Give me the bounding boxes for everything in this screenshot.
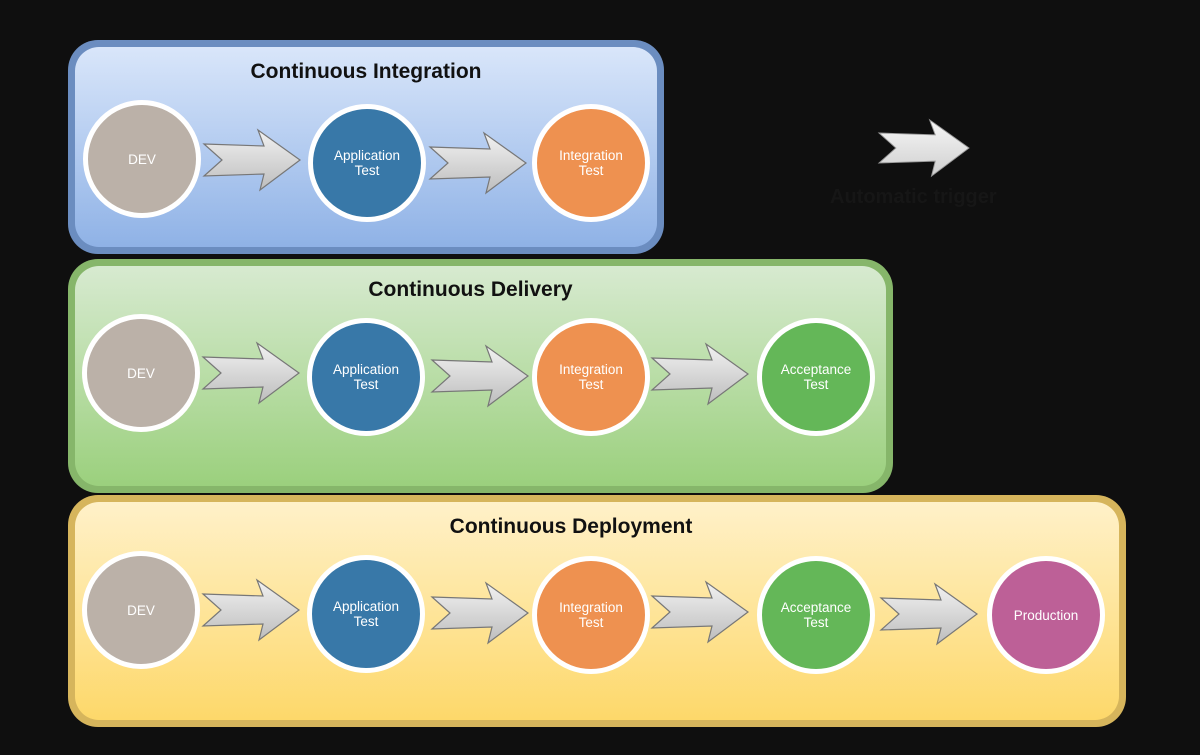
node-production: Production bbox=[987, 556, 1105, 674]
right-arrow-icon bbox=[879, 582, 979, 646]
panel-title: Continuous Delivery bbox=[368, 278, 573, 301]
node-integration-test: Integration Test bbox=[532, 318, 650, 436]
node-integration-test: Integration Test bbox=[532, 104, 650, 222]
node-dev: DEV bbox=[82, 551, 200, 669]
node-acceptance-test: Acceptance Test bbox=[757, 556, 875, 674]
node-application-test: Application Test bbox=[308, 104, 426, 222]
right-arrow-icon bbox=[430, 581, 530, 645]
right-arrow-icon bbox=[202, 128, 302, 192]
node-application-test: Application Test bbox=[307, 555, 425, 673]
right-arrow-icon bbox=[201, 341, 301, 405]
legend-arrow-icon bbox=[877, 118, 970, 178]
right-arrow-icon bbox=[650, 342, 750, 406]
panel-title: Continuous Integration bbox=[250, 60, 482, 83]
node-dev: DEV bbox=[82, 314, 200, 432]
right-arrow-icon bbox=[650, 580, 750, 644]
node-application-test: Application Test bbox=[307, 318, 425, 436]
node-dev: DEV bbox=[83, 100, 201, 218]
legend-label: Automatic trigger bbox=[830, 186, 997, 208]
right-arrow-icon bbox=[201, 578, 301, 642]
panel-title: Continuous Deployment bbox=[449, 515, 693, 538]
right-arrow-icon bbox=[428, 131, 528, 195]
node-integration-test: Integration Test bbox=[532, 556, 650, 674]
node-acceptance-test: Acceptance Test bbox=[757, 318, 875, 436]
right-arrow-icon bbox=[430, 344, 530, 408]
